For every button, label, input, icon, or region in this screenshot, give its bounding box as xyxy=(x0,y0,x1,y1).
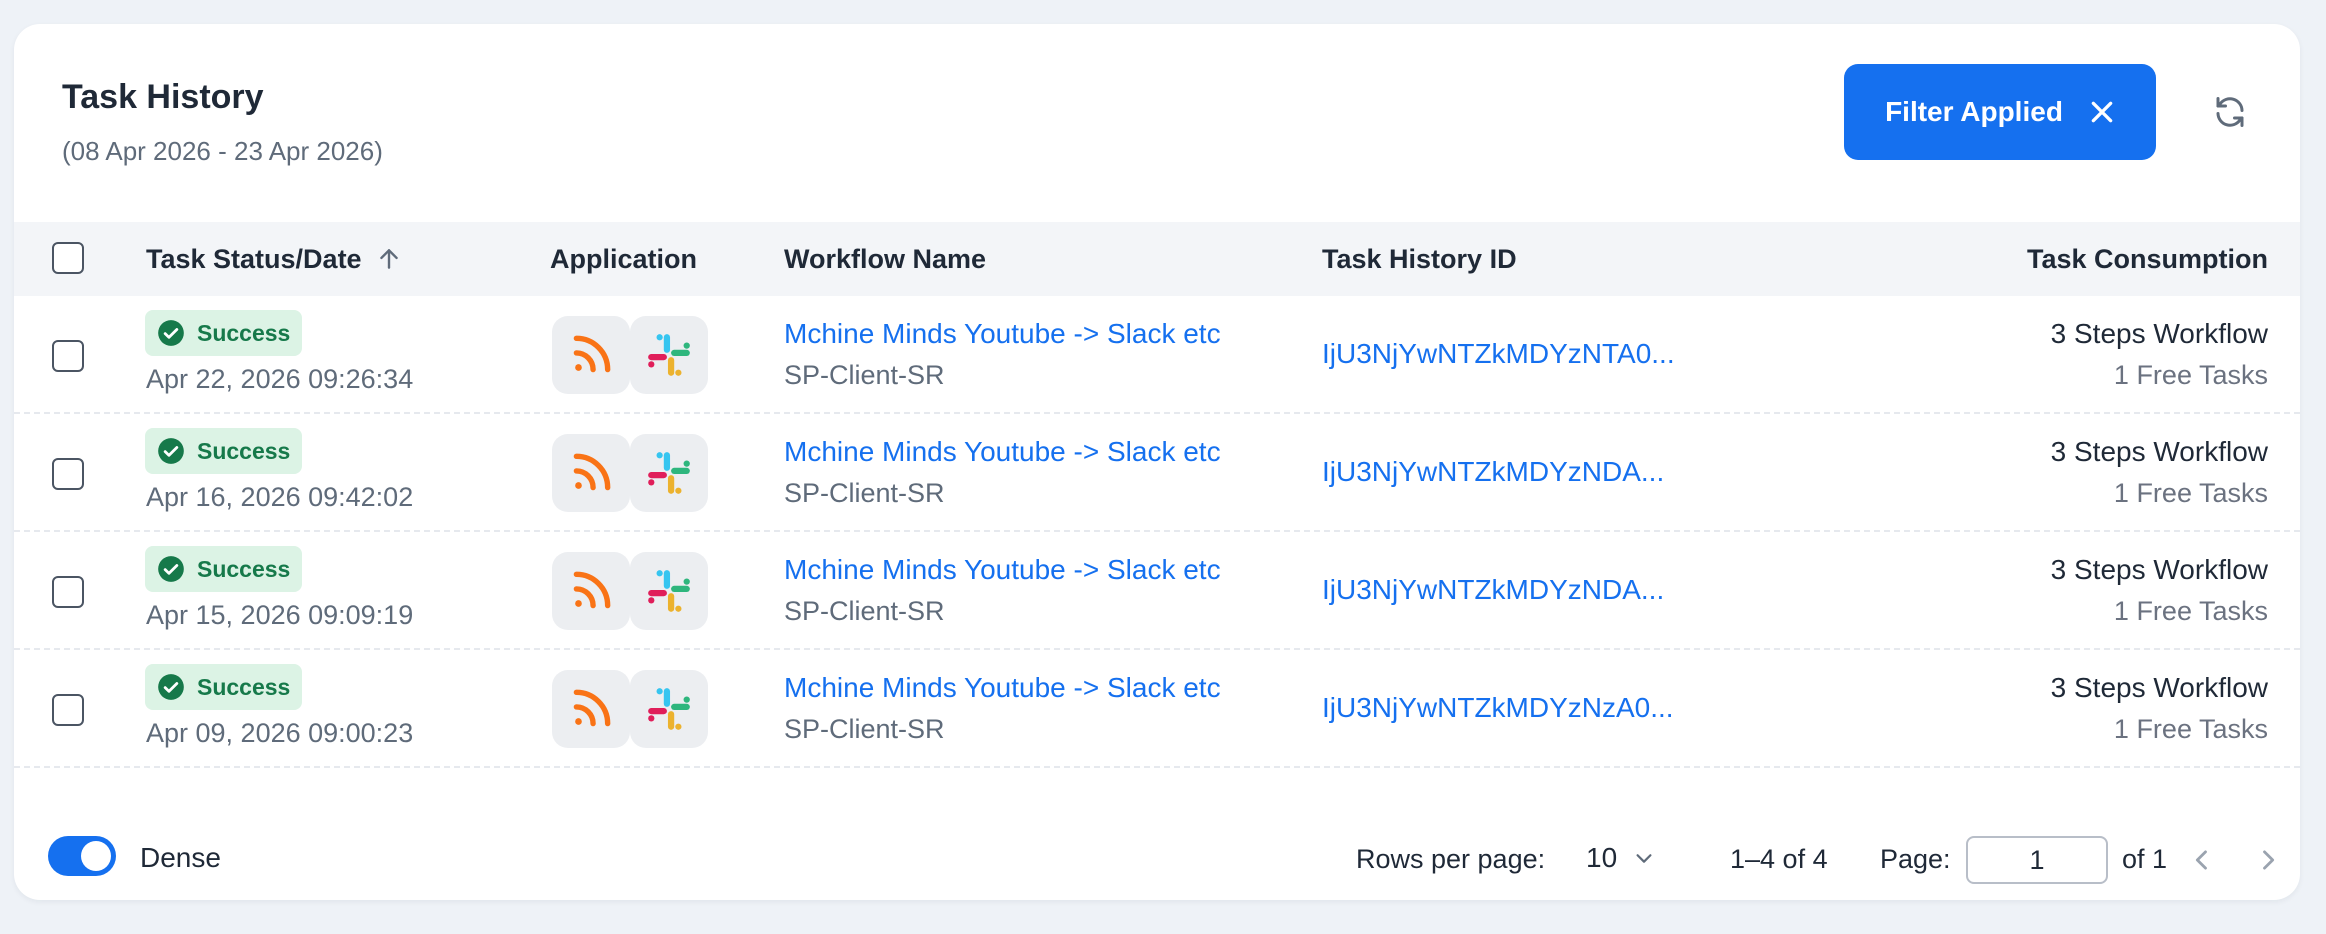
status-badge: Success xyxy=(145,428,303,474)
workflow-client: SP-Client-SR xyxy=(784,478,945,508)
table-row[interactable]: Success Apr 15, 2026 09:09:19 Mchine Min… xyxy=(14,532,2300,650)
dense-toggle[interactable] xyxy=(48,836,116,876)
table-row[interactable]: Success Apr 16, 2026 09:42:02 Mchine Min… xyxy=(14,414,2300,532)
task-date: Apr 22, 2026 09:26:34 xyxy=(146,364,414,394)
free-tasks: 1 Free Tasks xyxy=(2113,596,2268,626)
row-checkbox[interactable] xyxy=(52,458,84,490)
table-row[interactable]: Success Apr 09, 2026 09:00:23 Mchine Min… xyxy=(14,650,2300,768)
steps-workflow: 3 Steps Workflow xyxy=(2050,672,2268,703)
status-badge: Success xyxy=(145,546,303,592)
slack-icon xyxy=(648,452,690,494)
check-circle-icon xyxy=(158,674,184,700)
rss-icon xyxy=(573,689,611,727)
task-date: Apr 09, 2026 09:00:23 xyxy=(146,718,414,748)
rss-icon xyxy=(573,453,611,491)
task-history-id-link[interactable]: IjU3NjYwNTZkMDYzNDA... xyxy=(1322,456,1664,488)
status-badge: Success xyxy=(145,310,303,356)
app-tile-rss xyxy=(552,316,630,394)
refresh-button[interactable] xyxy=(2206,88,2254,136)
filter-applied-label: Filter Applied xyxy=(1885,96,2063,127)
workflow-name-link[interactable]: Mchine Minds Youtube -> Slack etc xyxy=(784,554,1221,586)
column-header-application: Application xyxy=(550,243,697,274)
page-title: Task History xyxy=(62,78,264,116)
rss-icon xyxy=(573,571,611,609)
page-number-input[interactable] xyxy=(1966,836,2108,884)
status-text: Success xyxy=(197,437,291,464)
steps-workflow: 3 Steps Workflow xyxy=(2050,436,2268,467)
steps-workflow: 3 Steps Workflow xyxy=(2050,318,2268,349)
row-checkbox[interactable] xyxy=(52,576,84,608)
page-total: of 1 xyxy=(2122,844,2168,874)
workflow-client: SP-Client-SR xyxy=(784,360,945,390)
row-checkbox[interactable] xyxy=(52,694,84,726)
slack-icon xyxy=(648,688,690,730)
pagination-range: 1–4 of 4 xyxy=(1730,844,1828,874)
app-tile-slack xyxy=(630,552,708,630)
task-date: Apr 15, 2026 09:09:19 xyxy=(146,600,414,630)
column-header-workflow-name: Workflow Name xyxy=(784,243,987,274)
workflow-client: SP-Client-SR xyxy=(784,596,945,626)
table-header: Task Status/Date Application Workflow Na… xyxy=(14,222,2300,296)
table-footer: Dense Rows per page: 10 1–4 of 4 Page: o… xyxy=(14,770,2300,900)
app-tile-rss xyxy=(552,670,630,748)
close-icon[interactable] xyxy=(2089,99,2115,125)
status-text: Success xyxy=(197,673,291,700)
rows-per-page-select[interactable]: 10 xyxy=(1586,836,1655,880)
app-tile-slack xyxy=(630,316,708,394)
app-tile-slack xyxy=(630,434,708,512)
free-tasks: 1 Free Tasks xyxy=(2113,714,2268,744)
app-tile-slack xyxy=(630,670,708,748)
task-history-id-link[interactable]: IjU3NjYwNTZkMDYzNTA0... xyxy=(1322,338,1675,370)
task-date: Apr 16, 2026 09:42:02 xyxy=(146,482,414,512)
rss-icon xyxy=(573,335,611,373)
rows-per-page-value: 10 xyxy=(1586,842,1618,873)
dense-label: Dense xyxy=(140,842,221,873)
task-history-id-link[interactable]: IjU3NjYwNTZkMDYzNDA... xyxy=(1322,574,1664,606)
previous-page-button[interactable] xyxy=(2182,840,2222,880)
select-all-checkbox[interactable] xyxy=(52,242,84,274)
free-tasks: 1 Free Tasks xyxy=(2113,478,2268,508)
steps-workflow: 3 Steps Workflow xyxy=(2050,554,2268,585)
check-circle-icon xyxy=(158,438,184,464)
app-tile-rss xyxy=(552,434,630,512)
status-text: Success xyxy=(197,319,291,346)
slack-icon xyxy=(648,334,690,376)
status-badge: Success xyxy=(145,664,303,710)
workflow-name-link[interactable]: Mchine Minds Youtube -> Slack etc xyxy=(784,436,1221,468)
card-header: Task History (08 Apr 2026 - 23 Apr 2026)… xyxy=(14,24,2300,222)
toggle-knob xyxy=(81,841,111,871)
chevron-left-icon xyxy=(2195,850,2207,870)
chevron-right-icon xyxy=(2263,850,2275,870)
task-history-card: Task History (08 Apr 2026 - 23 Apr 2026)… xyxy=(14,24,2300,900)
table-row[interactable]: Success Apr 22, 2026 09:26:34 Mchine Min… xyxy=(14,296,2300,414)
task-history-id-link[interactable]: IjU3NjYwNTZkMDYzNzA0... xyxy=(1322,692,1674,724)
check-circle-icon xyxy=(158,320,184,346)
filter-applied-button[interactable]: Filter Applied xyxy=(1844,64,2156,160)
app-tile-rss xyxy=(552,552,630,630)
workflow-name-link[interactable]: Mchine Minds Youtube -> Slack etc xyxy=(784,318,1221,350)
refresh-icon xyxy=(2216,97,2244,127)
rows-per-page-label: Rows per page: xyxy=(1356,844,1546,874)
workflow-client: SP-Client-SR xyxy=(784,714,945,744)
column-header-task-history-id: Task History ID xyxy=(1322,243,1517,274)
status-text: Success xyxy=(197,555,291,582)
slack-icon xyxy=(648,570,690,612)
chevron-down-icon xyxy=(1636,854,1652,863)
page-label: Page: xyxy=(1880,844,1951,874)
sort-ascending-icon[interactable] xyxy=(376,246,402,272)
date-range: (08 Apr 2026 - 23 Apr 2026) xyxy=(62,136,383,166)
next-page-button[interactable] xyxy=(2248,840,2288,880)
check-circle-icon xyxy=(158,556,184,582)
column-header-task-consumption: Task Consumption xyxy=(2026,243,2268,274)
free-tasks: 1 Free Tasks xyxy=(2113,360,2268,390)
row-checkbox[interactable] xyxy=(52,340,84,372)
workflow-name-link[interactable]: Mchine Minds Youtube -> Slack etc xyxy=(784,672,1221,704)
column-header-status-date[interactable]: Task Status/Date xyxy=(146,222,402,296)
